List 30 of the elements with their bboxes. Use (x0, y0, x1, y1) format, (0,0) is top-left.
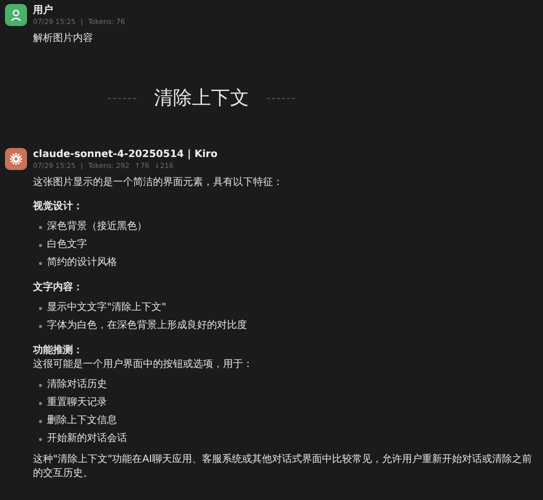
list-item: 开始新的对话会话 (47, 432, 127, 446)
starburst-icon (9, 152, 23, 166)
bullet-icon (39, 420, 42, 422)
list-item: 删除上下文信息 (47, 414, 117, 428)
list-item: 白色文字 (47, 238, 87, 252)
section-heading: 视觉设计： (33, 200, 84, 214)
bullet-icon (39, 402, 42, 404)
divider-label: 清除上下文 (154, 86, 249, 111)
bullet-icon (39, 244, 42, 246)
section-heading: 功能推测： (33, 344, 84, 358)
list-item: 深色背景（接近黑色） (47, 220, 147, 234)
bullet-icon (39, 262, 42, 264)
sender-name: claude-sonnet-4-20250514 | Kiro (33, 148, 218, 161)
message-text: 这张图片显示的是一个简洁的界面元素，具有以下特征： (33, 176, 284, 190)
bullet-icon (39, 384, 42, 386)
message-text: 这很可能是一个用户界面中的按钮或选项，用于： (33, 358, 254, 372)
list-item: 显示中文文字"清除上下文" (47, 301, 166, 315)
sender-name: 用户 (33, 4, 54, 17)
bullet-icon (39, 324, 42, 328)
list-item: 简约的设计风格 (47, 256, 117, 270)
message-text: 解析图片内容 (33, 32, 94, 46)
section-heading: 文字内容： (33, 281, 84, 295)
list-item: 重置聊天记录 (47, 396, 107, 410)
message-text: 这种"清除上下文"功能在AI聊天应用、客服系统或其他对话式界面中比较常见，允许用户重新开始对话或清除之前的交互历史。 (33, 453, 533, 481)
person-icon (10, 9, 22, 21)
bullet-icon (39, 226, 42, 228)
bullet-icon (39, 306, 42, 310)
bullet-icon (39, 438, 42, 440)
list-item: 字体为白色，在深色背景上形成良好的对比度 (47, 319, 247, 333)
list-item: 清除对话历史 (47, 378, 107, 392)
